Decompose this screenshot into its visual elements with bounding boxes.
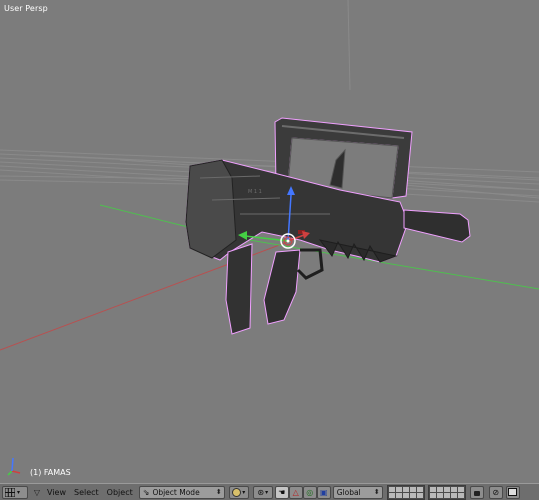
layer-button[interactable] bbox=[388, 486, 395, 492]
layer-button[interactable] bbox=[395, 492, 402, 498]
menu-select[interactable]: Select bbox=[70, 488, 103, 497]
view3d-header: ▾ ▽ View Select Object ⇘ Object Mode ⬍ ▾… bbox=[0, 483, 539, 500]
layer-button[interactable] bbox=[436, 486, 443, 492]
viewport-shading-button[interactable]: ▾ bbox=[228, 485, 249, 499]
layer-button[interactable] bbox=[443, 486, 450, 492]
layer-button[interactable] bbox=[450, 486, 457, 492]
layer-button[interactable] bbox=[409, 486, 416, 492]
manipulator-scale-icon: ▣ bbox=[319, 487, 328, 497]
layer-button[interactable] bbox=[457, 492, 464, 498]
manipulator-translate-button[interactable]: △ bbox=[288, 485, 303, 499]
layer-button[interactable] bbox=[402, 486, 409, 492]
manipulator-translate-icon: △ bbox=[292, 487, 299, 497]
layer-button[interactable] bbox=[416, 486, 423, 492]
orientation-dropdown[interactable]: Global ⬍ bbox=[332, 485, 383, 499]
layer-button[interactable] bbox=[395, 486, 402, 492]
editor-type-button[interactable]: ▾ bbox=[2, 485, 28, 499]
pivot-button[interactable]: ⊛ ▾ bbox=[252, 485, 273, 499]
layer-button[interactable] bbox=[388, 492, 395, 498]
layer-button[interactable] bbox=[409, 492, 416, 498]
famas-model[interactable] bbox=[185, 117, 471, 335]
layers-group-1[interactable] bbox=[386, 484, 425, 500]
layer-button[interactable] bbox=[436, 492, 443, 498]
manipulator-rotate-icon: ◎ bbox=[306, 487, 314, 497]
chevron-down-icon: ⬍ bbox=[373, 487, 380, 496]
mode-dropdown[interactable]: ⇘ Object Mode ⬍ bbox=[138, 485, 225, 499]
layer-button[interactable] bbox=[450, 492, 457, 498]
menu-collapse-icon[interactable]: ▽ bbox=[31, 488, 43, 497]
render-button[interactable]: ⊘ bbox=[488, 485, 503, 499]
scene-canvas[interactable]: M 1 1 bbox=[0, 0, 539, 483]
lock-layers-icon bbox=[473, 491, 480, 496]
layer-button[interactable] bbox=[443, 492, 450, 498]
manipulator-scale-button[interactable]: ▣ bbox=[316, 485, 331, 499]
pivot-icon: ⊛ bbox=[257, 487, 265, 497]
menu-object[interactable]: Object bbox=[103, 488, 137, 497]
snapshot-icon bbox=[508, 488, 518, 496]
manipulator-group: ☚ △ ◎ ▣ bbox=[274, 485, 331, 499]
lock-layers-button[interactable] bbox=[469, 485, 484, 499]
snapshot-button[interactable] bbox=[505, 485, 520, 499]
layer-button[interactable] bbox=[416, 492, 423, 498]
layer-button[interactable] bbox=[457, 486, 464, 492]
manipulator-hand-button[interactable]: ☚ bbox=[274, 485, 289, 499]
render-icon: ⊘ bbox=[492, 487, 500, 497]
editor-type-icon bbox=[5, 487, 15, 497]
menu-view[interactable]: View bbox=[43, 488, 70, 497]
manipulator-hand-icon: ☚ bbox=[278, 487, 286, 497]
mode-icon: ⇘ bbox=[142, 487, 150, 497]
manipulator-rotate-button[interactable]: ◎ bbox=[302, 485, 317, 499]
3d-viewport[interactable]: M 1 1 User Persp (1) FAMAS bbox=[0, 0, 539, 483]
model-marking: M 1 1 bbox=[248, 189, 262, 195]
chevron-down-icon: ⬍ bbox=[215, 487, 222, 496]
axis-orientation-widget bbox=[7, 457, 21, 476]
layers-group-2[interactable] bbox=[427, 484, 466, 500]
mode-label: Object Mode bbox=[152, 487, 200, 497]
layer-button[interactable] bbox=[402, 492, 409, 498]
viewport-shading-icon bbox=[232, 487, 242, 497]
layer-button[interactable] bbox=[429, 486, 436, 492]
orientation-label: Global bbox=[336, 487, 361, 497]
view-label: User Persp bbox=[4, 4, 48, 13]
layer-button[interactable] bbox=[429, 492, 436, 498]
object-name-label: (1) FAMAS bbox=[30, 468, 71, 477]
